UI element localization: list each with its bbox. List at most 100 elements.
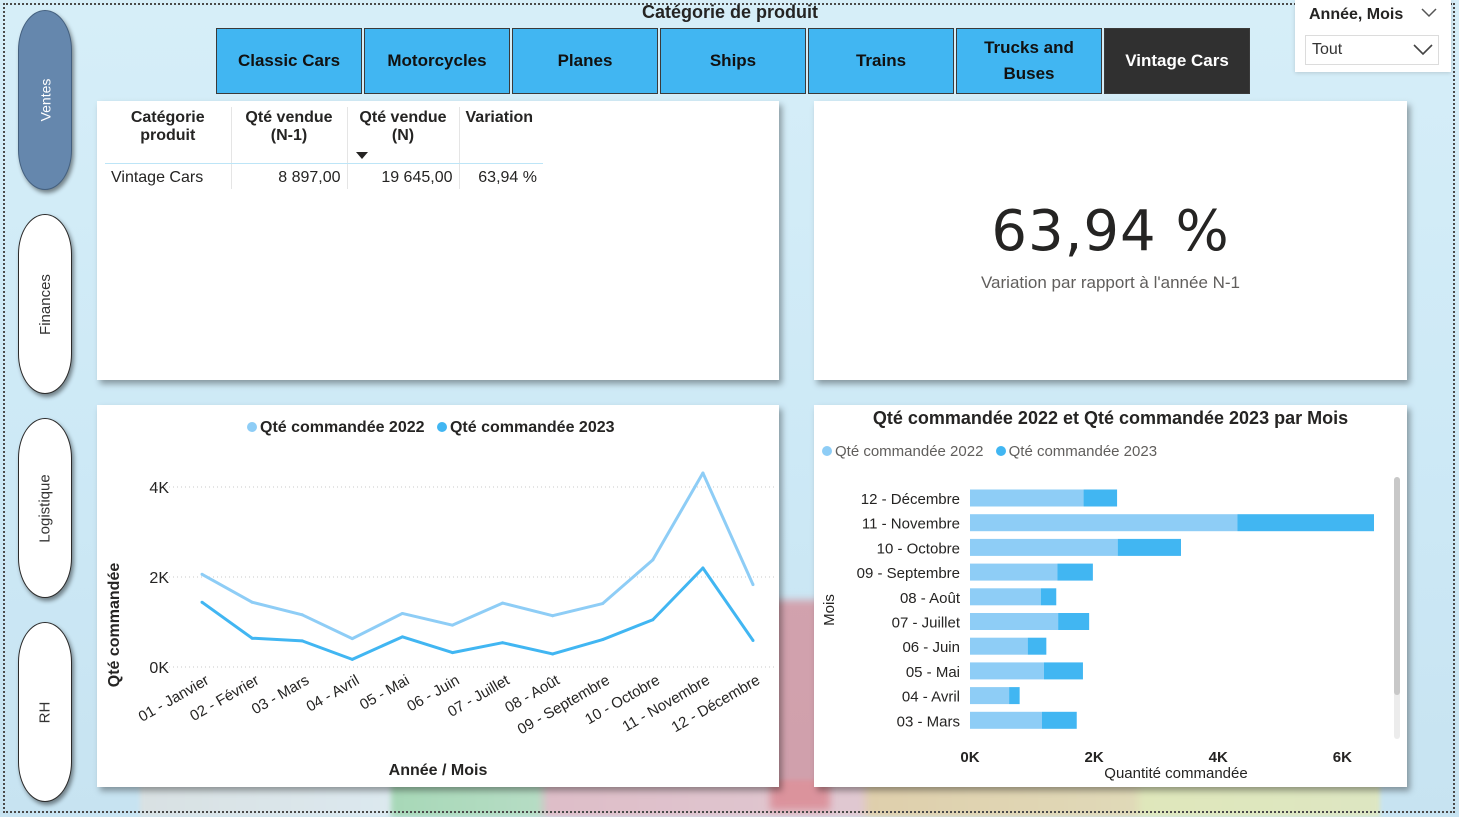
data-point [400,635,404,639]
bar-2023 [1009,687,1020,705]
x-tick-label: 0K [960,749,979,766]
y-tick-label: 07 - Juillet [892,615,961,632]
table-cell: Vintage Cars [111,169,204,187]
data-point [400,611,404,615]
bar-2022 [970,662,1044,680]
y-tick-label: 04 - Avril [902,689,960,706]
bar-2023 [1040,588,1057,606]
y-tick-label: 12 - Décembre [861,491,960,508]
bar-2023 [1058,613,1090,630]
nav-label: RH [36,701,54,723]
y-tick-label: 4K [149,480,169,497]
chevron-down-icon[interactable] [1421,8,1437,18]
sort-descending-icon [355,151,368,159]
nav-button-ventes[interactable]: Ventes [18,10,72,190]
sales-table: Catégorie produit Qté vendue (N-1) Qté v… [105,107,543,189]
date-slicer-dropdown[interactable]: Tout [1305,35,1439,65]
data-point [501,641,505,645]
table-header[interactable]: Variation [458,107,543,164]
bar-2023 [1237,514,1375,532]
tile-classic-cars[interactable]: Classic Cars [216,28,362,94]
data-point [350,657,354,661]
kpi-card: 63,94 % Variation par rapport à l'année … [814,101,1407,380]
data-point [651,558,655,562]
y-tick-label: 06 - Juin [902,639,960,656]
y-tick-label: 10 - Octobre [877,540,960,557]
y-tick-label: 09 - Septembre [857,565,960,582]
data-point [751,638,755,642]
bar-2023 [1027,637,1047,655]
date-slicer-title: Année, Mois [1309,6,1404,23]
y-axis-title: Mois [821,594,838,626]
line-chart-x-axis-title: Année / Mois [388,762,488,779]
x-tick-label: 03 - Mars [249,672,312,718]
nav-label: Ventes [36,78,53,122]
tile-planes[interactable]: Planes [512,28,658,94]
date-slicer: Année, Mois Tout [1295,0,1451,72]
tile-trains[interactable]: Trains [808,28,954,94]
bar-2022 [970,514,1238,532]
x-tick-label: 4K [1209,749,1228,766]
sales-table-card: Catégorie produit Qté vendue (N-1) Qté v… [97,101,779,380]
x-tick-label: 12 - Décembre [669,672,763,736]
table-header[interactable]: Catégorie produit [105,107,231,164]
x-axis-title: Quantité commandée [1104,765,1247,782]
bar-2022 [970,687,1010,705]
data-point [751,583,755,587]
series-line-2022 [201,471,755,641]
category-slicer-tiles: Classic Cars Motorcycles Planes Ships Tr… [216,28,1250,94]
bar-2022 [970,711,1042,729]
nav-button-finances[interactable]: Finances [18,214,72,394]
bar-2023 [1117,538,1181,556]
data-point [701,566,705,570]
date-slicer-value: Tout [1312,41,1343,58]
nav-button-rh[interactable]: RH [18,622,72,802]
nav-label: Finances [36,273,54,335]
data-point [350,637,354,641]
x-tick-label: 2K [1085,749,1104,766]
nav-button-logistique[interactable]: Logistique [18,418,72,598]
tile-vintage-cars[interactable]: Vintage Cars [1104,28,1250,94]
bar-2023 [1057,563,1093,581]
x-tick-label: 05 - Mai [357,672,412,714]
bar-2022 [970,588,1041,606]
data-point [200,600,204,604]
data-point [651,618,655,622]
table-header[interactable]: Qté vendue (N-1) [230,107,347,164]
data-point [200,572,204,576]
bar-2022 [970,563,1058,581]
bar-chart-scrollbar[interactable] [1394,477,1400,695]
kpi-label: Variation par rapport à l'année N-1 [980,273,1241,292]
y-axis-title-text: Qté commandée [106,562,123,688]
tile-trucks-and-buses[interactable]: Trucks and Buses [956,28,1102,94]
bar-2022 [970,613,1059,630]
nav-label: Logistique [36,473,54,543]
data-point [601,602,605,606]
data-point [450,623,454,627]
line-chart-y-axis-title: Qté commandée [106,563,124,687]
table-row[interactable]: Vintage Cars 8 897,00 19 645,00 63,94 % [105,163,543,189]
y-tick-label: 05 - Mai [906,664,960,681]
data-point [300,613,304,617]
x-tick-label: 04 - Avril [303,672,362,716]
bar-chart[interactable]: 12 - Décembre 11 - Novembre 10 - Octobre 09… [814,405,1407,787]
bar-chart-card: Qté commandée 2022 et Qté commandée 2023… [814,405,1407,787]
data-point [450,651,454,655]
data-point [250,600,254,604]
tile-ships[interactable]: Ships [660,28,806,94]
bar-2022 [970,538,1118,556]
y-tick-label: 2K [149,570,169,587]
table-cell: 19 645,00 [346,163,459,189]
line-chart-card: Qté commandée 2022 Qté commandée 2023 0K… [97,405,779,787]
data-point [250,636,254,640]
y-tick-label: 11 - Novembre [862,516,960,533]
kpi-value: 63,94 % [991,199,1230,264]
tile-motorcycles[interactable]: Motorcycles [364,28,510,94]
bar-2022 [970,489,1084,507]
table-header-sorted[interactable]: Qté vendue (N) [346,107,459,164]
line-chart[interactable]: 0K2K4K01 - Janvier02 - Février03 - Mars0… [97,405,779,787]
bar-2023 [1041,711,1077,729]
data-point [300,639,304,643]
data-point [501,601,505,605]
table-header-label: Qté vendue (N) [359,109,447,144]
